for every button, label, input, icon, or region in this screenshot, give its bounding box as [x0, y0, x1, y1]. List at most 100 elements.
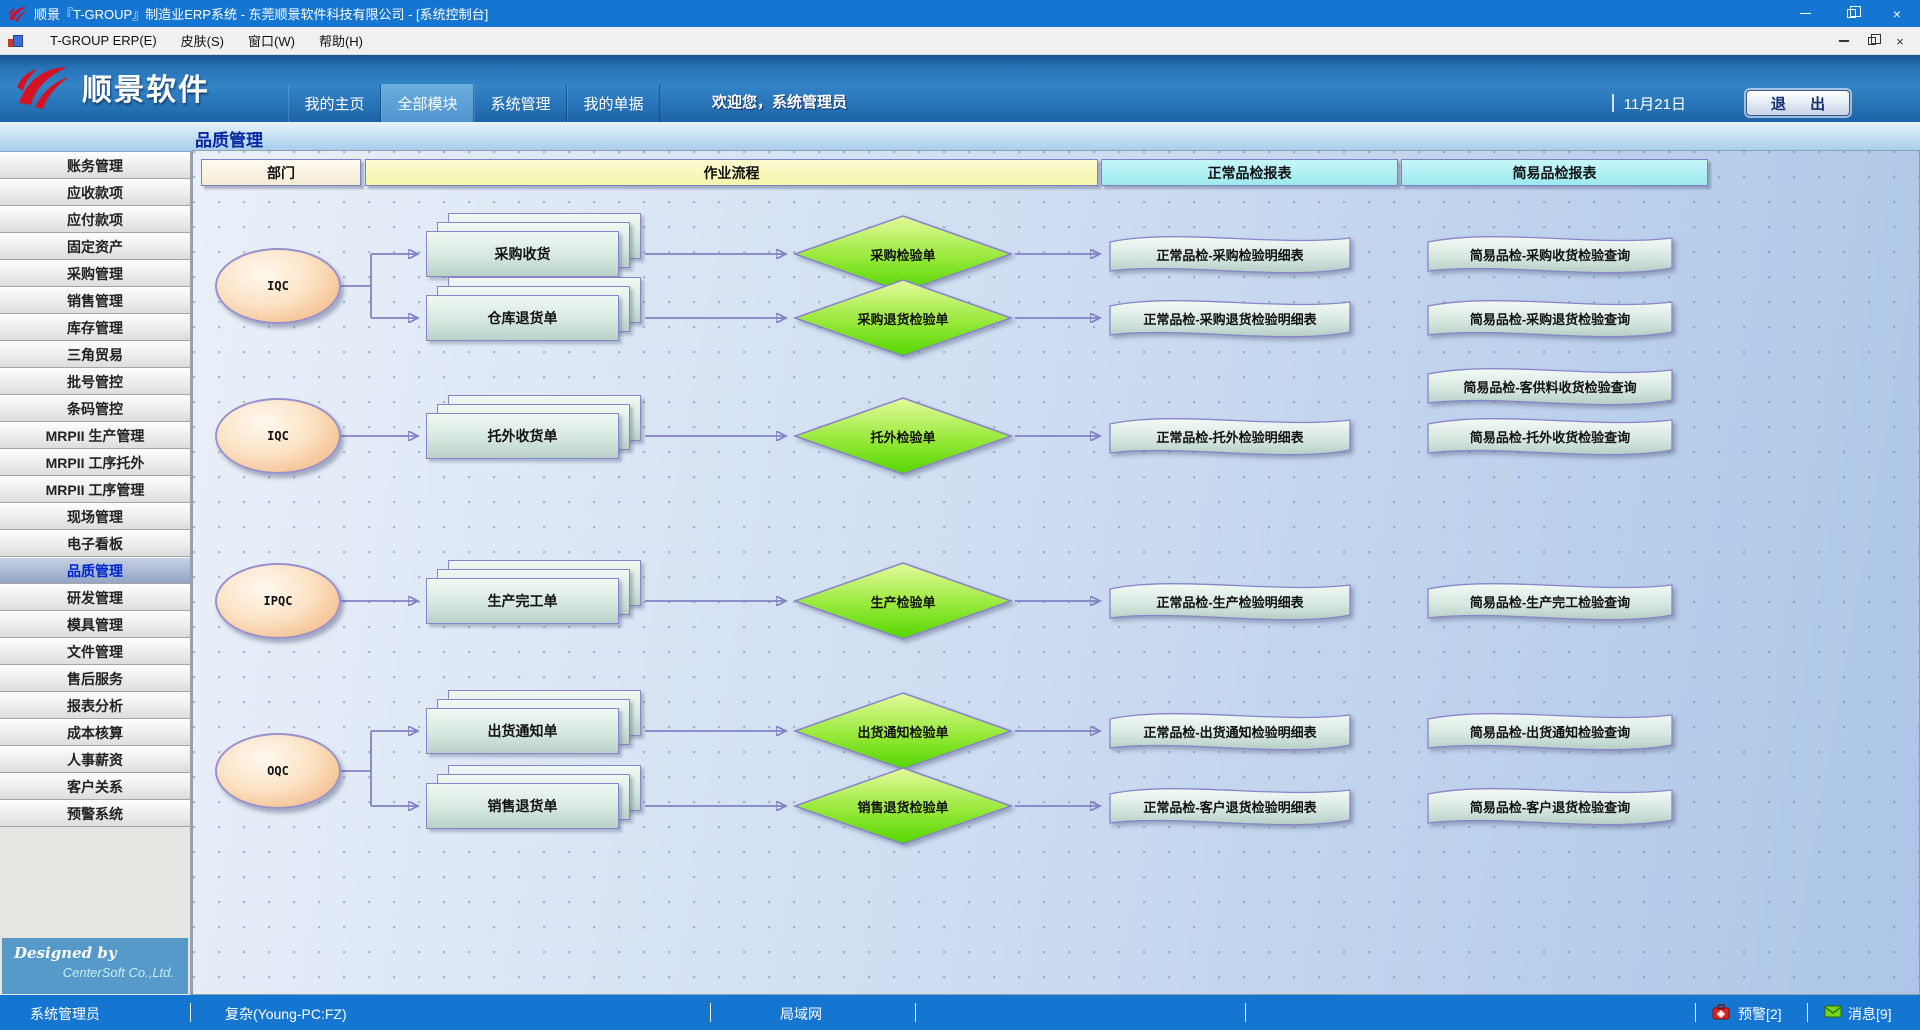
- mdi-restore-button[interactable]: [1858, 27, 1886, 55]
- report-simple-purchase-receiving[interactable]: 简易品检-采购收货检验查询: [1425, 231, 1675, 277]
- sidebar-item-costing[interactable]: 成本核算: [0, 719, 190, 746]
- minimize-button[interactable]: [1782, 0, 1828, 27]
- module-sidebar: 账务管理 应收款项 应付款项 固定资产 采购管理 销售管理 库存管理 三角贸易 …: [0, 152, 192, 995]
- report-simple-purchase-return[interactable]: 简易品检-采购退货检验查询: [1425, 295, 1675, 341]
- app-logo-icon: [8, 5, 28, 23]
- sidebar-item-report-analysis[interactable]: 报表分析: [0, 692, 190, 719]
- report-simple-customer-return[interactable]: 简易品检-客户退货检验查询: [1425, 783, 1675, 829]
- sidebar-item-sales[interactable]: 销售管理: [0, 287, 190, 314]
- sidebar-item-kanban[interactable]: 电子看板: [0, 530, 190, 557]
- status-separator: [1695, 1003, 1696, 1022]
- menu-help[interactable]: 帮助(H): [307, 27, 375, 54]
- stack-sheet-front: 仓库退货单: [426, 295, 619, 341]
- sidebar-item-lot-control[interactable]: 批号管控: [0, 368, 190, 395]
- sidebar-item-crm[interactable]: 客户关系: [0, 773, 190, 800]
- status-network: 局域网: [780, 1004, 822, 1024]
- designed-by-box: Designed by CenterSoft Co.,Ltd.: [2, 938, 188, 994]
- sidebar-item-barcode-control[interactable]: 条码管控: [0, 395, 190, 422]
- restore-button[interactable]: [1828, 0, 1874, 27]
- status-user: 系统管理员: [30, 1004, 100, 1024]
- message-icon: [1824, 1004, 1842, 1019]
- sidebar-item-documents[interactable]: 文件管理: [0, 638, 190, 665]
- tab-system-management[interactable]: 系统管理: [474, 84, 567, 122]
- sidebar-item-alert-system[interactable]: 预警系统: [0, 800, 190, 827]
- dept-label: IPQC: [264, 594, 293, 608]
- sidebar-item-purchasing[interactable]: 采购管理: [0, 260, 190, 287]
- report-normal-purchase-return[interactable]: 正常品检-采购退货检验明细表: [1107, 295, 1353, 341]
- tab-all-modules[interactable]: 全部模块: [381, 84, 474, 122]
- menu-tgroup-erp[interactable]: T-GROUP ERP(E): [38, 29, 169, 52]
- diamond-sales-return-inspection[interactable]: 销售退货检验单: [793, 766, 1013, 846]
- sidebar-item-shopfloor[interactable]: 现场管理: [0, 503, 190, 530]
- dept-ellipse-iqc-1: IQC: [215, 248, 341, 324]
- sidebar-item-fixed-assets[interactable]: 固定资产: [0, 233, 190, 260]
- report-simple-customer-supplied[interactable]: 简易品检-客供料收货检验查询: [1425, 363, 1675, 409]
- report-simple-production-completion[interactable]: 简易品检-生产完工检验查询: [1425, 578, 1675, 624]
- report-simple-outsource-receiving[interactable]: 简易品检-托外收货检验查询: [1425, 413, 1675, 459]
- sidebar-item-receivables[interactable]: 应收款项: [0, 179, 190, 206]
- diamond-shipping-notice-inspection[interactable]: 出货通知检验单: [793, 691, 1013, 771]
- process-shipping-notice[interactable]: 出货通知单: [426, 690, 643, 756]
- sidebar-item-after-sales[interactable]: 售后服务: [0, 665, 190, 692]
- report-normal-shipping-notice[interactable]: 正常品检-出货通知检验明细表: [1107, 708, 1353, 754]
- process-warehouse-return[interactable]: 仓库退货单: [426, 277, 643, 343]
- date-label: 11月21日: [1624, 93, 1686, 114]
- process-production-completion[interactable]: 生产完工单: [426, 560, 643, 626]
- company-text: CenterSoft Co.,Ltd.: [2, 965, 188, 980]
- diamond-production-inspection[interactable]: 生产检验单: [793, 561, 1013, 641]
- brand-logo-text: 顺景软件: [82, 65, 210, 109]
- sidebar-item-triangle-trade[interactable]: 三角贸易: [0, 341, 190, 368]
- status-separator: [915, 1003, 916, 1022]
- designed-by-text: Designed by: [2, 944, 188, 962]
- stack-sheet-front: 销售退货单: [426, 783, 619, 829]
- status-bar: 系统管理员 复杂(Young-PC:FZ) 局域网 预警[2] 消息[9]: [0, 995, 1920, 1030]
- status-message[interactable]: 消息[9]: [1848, 1004, 1892, 1024]
- brand-logo: 顺景软件: [14, 63, 210, 111]
- restore-icon: [1868, 37, 1876, 45]
- menu-window[interactable]: 窗口(W): [236, 27, 307, 54]
- sidebar-item-mrp2-process[interactable]: MRPII 工序管理: [0, 476, 190, 503]
- stack-sheet-front: 生产完工单: [426, 578, 619, 624]
- diamond-purchase-return-inspection[interactable]: 采购退货检验单: [793, 278, 1013, 358]
- exit-button[interactable]: 退 出: [1746, 90, 1850, 116]
- close-button[interactable]: ×: [1874, 0, 1920, 27]
- mdi-app-icon: [8, 33, 24, 49]
- diamond-outsource-inspection[interactable]: 托外检验单: [793, 396, 1013, 476]
- tab-my-home[interactable]: 我的主页: [288, 84, 381, 122]
- process-purchase-receiving[interactable]: 采购收货: [426, 213, 643, 279]
- status-host: 复杂(Young-PC:FZ): [225, 1004, 347, 1024]
- status-alert[interactable]: 预警[2]: [1738, 1004, 1782, 1024]
- report-normal-customer-return[interactable]: 正常品检-客户退货检验明细表: [1107, 783, 1353, 829]
- report-simple-shipping-notice[interactable]: 简易品检-出货通知检验查询: [1425, 708, 1675, 754]
- sidebar-item-inventory[interactable]: 库存管理: [0, 314, 190, 341]
- stack-sheet-front: 出货通知单: [426, 708, 619, 754]
- status-separator: [710, 1003, 711, 1022]
- report-normal-purchase[interactable]: 正常品检-采购检验明细表: [1107, 231, 1353, 277]
- status-separator: [1245, 1003, 1246, 1022]
- stack-sheet-front: 采购收货: [426, 231, 619, 277]
- window-title: 顺景『T-GROUP』制造业ERP系统 - 东莞顺景软件科技有限公司 - [系统…: [34, 4, 488, 23]
- sidebar-item-hr-payroll[interactable]: 人事薪资: [0, 746, 190, 773]
- sidebar-item-mrp2-production[interactable]: MRPII 生产管理: [0, 422, 190, 449]
- sidebar-item-quality[interactable]: 品质管理: [0, 557, 190, 584]
- sidebar-item-accounting[interactable]: 账务管理: [0, 152, 190, 179]
- close-icon: ×: [1893, 6, 1901, 22]
- process-outsource-receiving[interactable]: 托外收货单: [426, 395, 643, 461]
- mdi-close-button[interactable]: ×: [1886, 27, 1914, 55]
- sidebar-item-rnd[interactable]: 研发管理: [0, 584, 190, 611]
- sidebar-item-mrp2-outsourcing[interactable]: MRPII 工序托外: [0, 449, 190, 476]
- restore-icon: [1847, 9, 1856, 18]
- status-separator: [190, 1003, 191, 1022]
- sidebar-item-payables[interactable]: 应付款项: [0, 206, 190, 233]
- status-separator: [1807, 1003, 1808, 1022]
- dept-label: OQC: [267, 764, 289, 778]
- mdi-minimize-button[interactable]: [1830, 27, 1858, 55]
- sidebar-item-mold[interactable]: 模具管理: [0, 611, 190, 638]
- report-normal-outsource[interactable]: 正常品检-托外检验明细表: [1107, 413, 1353, 459]
- brand-logo-icon: [14, 63, 72, 111]
- page-title: 品质管理: [195, 126, 263, 151]
- tab-my-documents[interactable]: 我的单据: [567, 84, 660, 122]
- process-sales-return[interactable]: 销售退货单: [426, 765, 643, 831]
- report-normal-production[interactable]: 正常品检-生产检验明细表: [1107, 578, 1353, 624]
- menu-skin[interactable]: 皮肤(S): [169, 27, 236, 54]
